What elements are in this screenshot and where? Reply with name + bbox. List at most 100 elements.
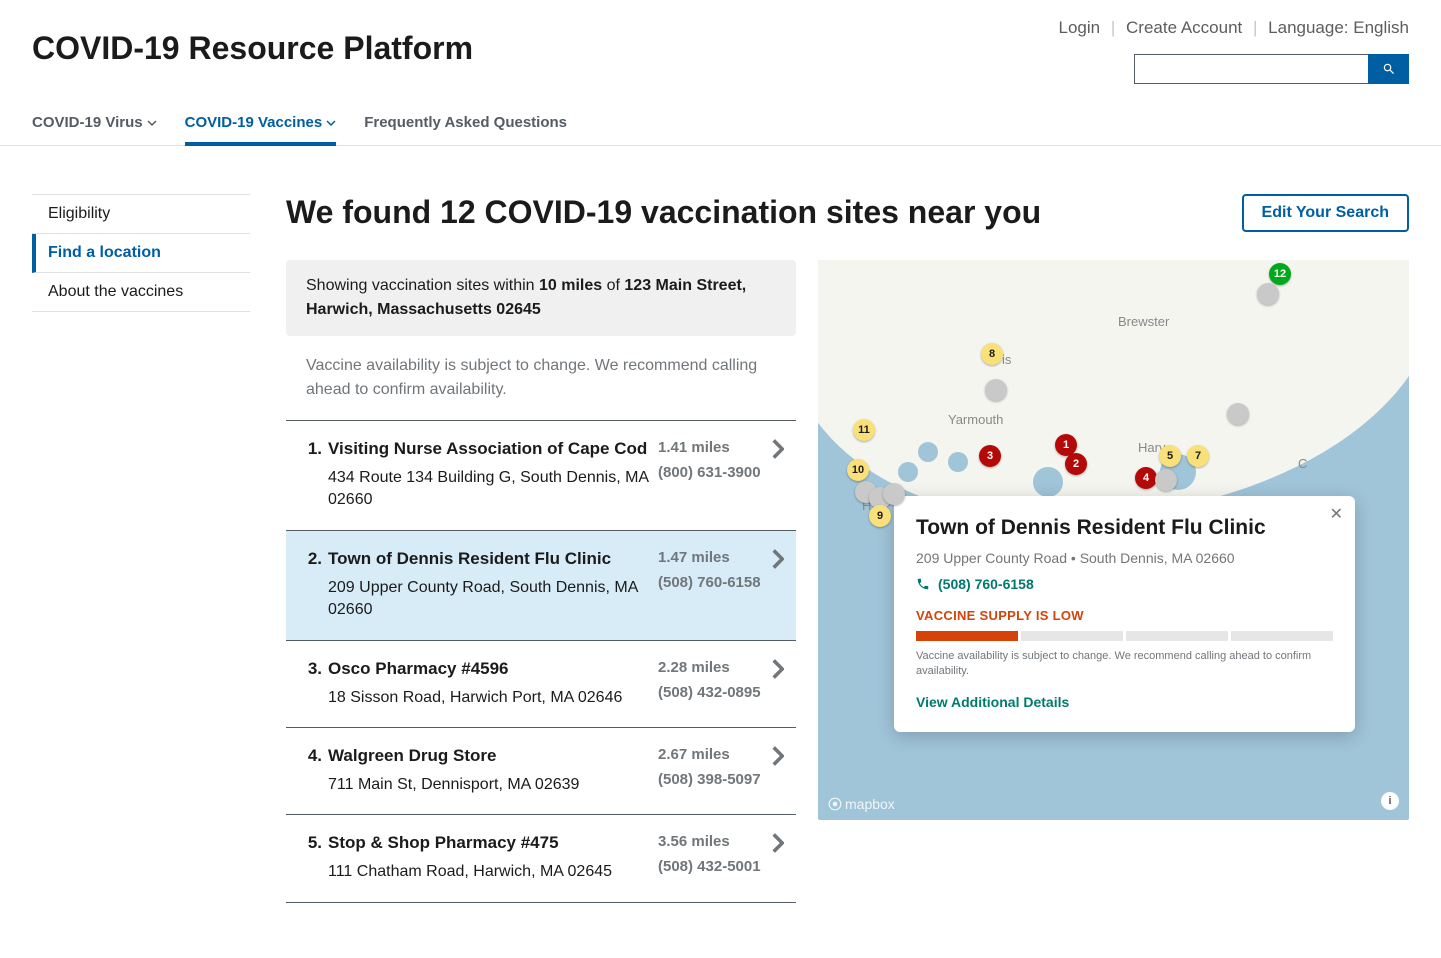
chevron-right-icon bbox=[772, 833, 784, 853]
map-pin[interactable] bbox=[1227, 403, 1249, 425]
map-pin[interactable] bbox=[1257, 283, 1279, 305]
map-pin[interactable]: 2 bbox=[1065, 453, 1087, 475]
site-distance: 1.47 miles bbox=[658, 549, 768, 566]
content: EligibilityFind a locationAbout the vacc… bbox=[0, 146, 1441, 935]
map-label: C bbox=[1298, 456, 1307, 471]
list-item[interactable]: 1. Visiting Nurse Association of Cape Co… bbox=[286, 421, 796, 531]
list-item[interactable]: 5. Stop & Shop Pharmacy #475 111 Chatham… bbox=[286, 815, 796, 902]
sidenav: EligibilityFind a locationAbout the vacc… bbox=[32, 194, 250, 903]
top-bar: COVID-19 Resource Platform Login | Creat… bbox=[0, 0, 1441, 84]
sidenav-item[interactable]: About the vaccines bbox=[32, 273, 250, 311]
map-land bbox=[818, 260, 1409, 520]
util-sep: | bbox=[1253, 18, 1257, 37]
mapbox-logo: mapbox bbox=[828, 796, 895, 812]
supply-label: VACCINE SUPPLY IS LOW bbox=[916, 608, 1333, 623]
site-name: Osco Pharmacy #4596 bbox=[328, 659, 650, 679]
map-pin[interactable] bbox=[985, 379, 1007, 401]
list-item[interactable]: 4. Walgreen Drug Store 711 Main St, Denn… bbox=[286, 728, 796, 815]
map-label: Brewster bbox=[1118, 314, 1169, 329]
mapbox-icon bbox=[828, 797, 842, 811]
map-pin[interactable]: 11 bbox=[853, 419, 875, 441]
site-num: 3. bbox=[298, 659, 322, 679]
search-icon bbox=[1382, 62, 1396, 76]
chevron-right-icon bbox=[772, 659, 784, 679]
map-info-icon[interactable]: i bbox=[1381, 792, 1399, 810]
site-distance: 3.56 miles bbox=[658, 833, 768, 850]
supply-segment bbox=[916, 631, 1018, 641]
disclaimer: Vaccine availability is subject to chang… bbox=[286, 336, 796, 421]
page-title: We found 12 COVID-19 vaccination sites n… bbox=[286, 194, 1041, 231]
site-addr: 209 Upper County Road, South Dennis, MA … bbox=[328, 577, 650, 622]
chevron-right-icon bbox=[772, 746, 784, 766]
site-name: Visiting Nurse Association of Cape Cod bbox=[328, 439, 650, 459]
map-pin[interactable]: 4 bbox=[1135, 467, 1157, 489]
site-num: 2. bbox=[298, 549, 322, 569]
map-pin[interactable]: 9 bbox=[869, 505, 891, 527]
map[interactable]: mapbox i ✕ Town of Dennis Resident Flu C… bbox=[818, 260, 1409, 820]
site-phone: (508) 398-5097 bbox=[658, 771, 768, 788]
supply-segment bbox=[1231, 631, 1333, 641]
site-name: Walgreen Drug Store bbox=[328, 746, 650, 766]
chevron-down-icon bbox=[147, 118, 157, 128]
main: We found 12 COVID-19 vaccination sites n… bbox=[286, 194, 1409, 903]
site-name: Town of Dennis Resident Flu Clinic bbox=[328, 549, 650, 569]
site-num: 1. bbox=[298, 439, 322, 459]
popup-phone[interactable]: (508) 760-6158 bbox=[916, 576, 1333, 592]
sidenav-item[interactable]: Eligibility bbox=[32, 195, 250, 233]
map-pin[interactable]: 8 bbox=[981, 343, 1003, 365]
site-num: 5. bbox=[298, 833, 322, 853]
list-item[interactable]: 3. Osco Pharmacy #4596 18 Sisson Road, H… bbox=[286, 641, 796, 728]
map-pin[interactable]: 5 bbox=[1159, 445, 1181, 467]
site-phone: (800) 631-3900 bbox=[658, 464, 768, 481]
site-distance: 1.41 miles bbox=[658, 439, 768, 456]
site-phone: (508) 432-5001 bbox=[658, 858, 768, 875]
site-phone: (508) 432-0895 bbox=[658, 684, 768, 701]
map-popup: ✕ Town of Dennis Resident Flu Clinic 209… bbox=[894, 496, 1355, 732]
popup-details-link[interactable]: View Additional Details bbox=[916, 694, 1069, 710]
nav-item[interactable]: Frequently Asked Questions bbox=[364, 114, 567, 131]
site-addr: 111 Chatham Road, Harwich, MA 02645 bbox=[328, 861, 650, 883]
info-prefix: Showing vaccination sites within bbox=[306, 277, 539, 294]
chevron-right-icon bbox=[772, 549, 784, 569]
site-phone: (508) 760-6158 bbox=[658, 574, 768, 591]
map-pin[interactable]: 7 bbox=[1187, 445, 1209, 467]
map-column: mapbox i ✕ Town of Dennis Resident Flu C… bbox=[818, 260, 1409, 903]
nav-item[interactable]: COVID-19 Vaccines bbox=[185, 114, 337, 131]
util-sep: | bbox=[1111, 18, 1115, 37]
search-button[interactable] bbox=[1368, 54, 1409, 84]
language-link[interactable]: Language: English bbox=[1268, 18, 1409, 37]
map-pin[interactable]: 12 bbox=[1269, 263, 1291, 285]
map-label: is bbox=[1002, 352, 1011, 367]
search bbox=[1134, 54, 1409, 84]
results-column: Showing vaccination sites within 10 mile… bbox=[286, 260, 796, 903]
create-account-link[interactable]: Create Account bbox=[1126, 18, 1242, 37]
popup-address: 209 Upper County Road • South Dennis, MA… bbox=[916, 550, 1333, 566]
info-radius: 10 miles bbox=[539, 277, 602, 294]
map-pin[interactable] bbox=[883, 483, 905, 505]
site-num: 4. bbox=[298, 746, 322, 766]
edit-search-button[interactable]: Edit Your Search bbox=[1242, 194, 1409, 232]
search-summary: Showing vaccination sites within 10 mile… bbox=[286, 260, 796, 336]
popup-note: Vaccine availability is subject to chang… bbox=[916, 649, 1333, 680]
site-addr: 434 Route 134 Building G, South Dennis, … bbox=[328, 467, 650, 512]
chevron-down-icon bbox=[326, 118, 336, 128]
list-item[interactable]: 2. Town of Dennis Resident Flu Clinic 20… bbox=[286, 531, 796, 641]
sidenav-item[interactable]: Find a location bbox=[36, 234, 250, 272]
popup-title: Town of Dennis Resident Flu Clinic bbox=[916, 516, 1333, 540]
util-links: Login | Create Account | Language: Engli… bbox=[1059, 18, 1409, 38]
supply-segment bbox=[1021, 631, 1123, 641]
site-distance: 2.28 miles bbox=[658, 659, 768, 676]
close-icon[interactable]: ✕ bbox=[1330, 504, 1343, 524]
map-pin[interactable]: 10 bbox=[847, 459, 869, 481]
map-pin[interactable] bbox=[1155, 469, 1177, 491]
map-label: Yarmouth bbox=[948, 412, 1003, 427]
login-link[interactable]: Login bbox=[1059, 18, 1101, 37]
map-pin[interactable]: 3 bbox=[979, 445, 1001, 467]
search-input[interactable] bbox=[1134, 54, 1368, 84]
chevron-right-icon bbox=[772, 439, 784, 459]
info-of: of bbox=[602, 277, 624, 294]
site-list: 1. Visiting Nurse Association of Cape Co… bbox=[286, 421, 796, 903]
site-distance: 2.67 miles bbox=[658, 746, 768, 763]
nav-item[interactable]: COVID-19 Virus bbox=[32, 114, 157, 131]
site-name: Stop & Shop Pharmacy #475 bbox=[328, 833, 650, 853]
